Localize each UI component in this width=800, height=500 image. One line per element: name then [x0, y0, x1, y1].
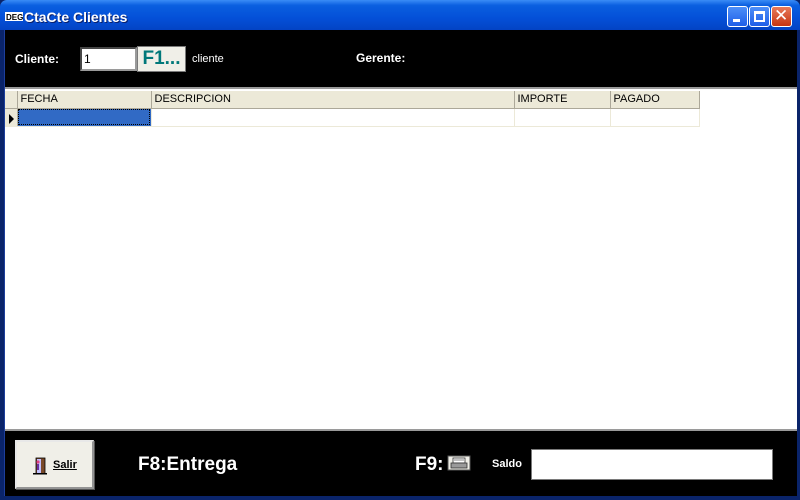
client-area: Cliente: 1 F1... cliente Gerente: FECHA …	[4, 30, 797, 496]
cliente-label: Cliente:	[15, 52, 60, 66]
window-title: CtaCte Clientes	[24, 9, 128, 25]
data-grid[interactable]: FECHA DESCRIPCION IMPORTE PAGADO	[5, 87, 797, 429]
row-indicator[interactable]	[5, 108, 18, 127]
saldo-field[interactable]	[531, 449, 773, 480]
column-header-importe[interactable]: IMPORTE	[514, 91, 611, 109]
maximize-icon	[754, 11, 765, 22]
f9-label: F9:	[415, 454, 444, 475]
grid-table[interactable]: FECHA DESCRIPCION IMPORTE PAGADO	[5, 91, 700, 127]
svg-text:DEG: DEG	[6, 13, 23, 22]
footer-panel: Salir F8:Entrega F9: Saldo	[5, 429, 797, 496]
cell-importe[interactable]	[514, 108, 611, 127]
f8-entrega-label: F8:Entrega	[138, 454, 238, 475]
current-row-arrow-icon	[9, 113, 14, 124]
exit-door-icon	[33, 457, 47, 475]
grid-header-row: FECHA DESCRIPCION IMPORTE PAGADO	[5, 91, 700, 109]
row-indicator-header	[5, 91, 18, 109]
cell-pagado[interactable]	[610, 108, 700, 127]
header-panel: Cliente: 1 F1... cliente Gerente:	[5, 30, 797, 87]
maximize-button[interactable]	[749, 6, 770, 27]
minimize-icon	[733, 19, 740, 22]
saldo-label: Saldo	[492, 458, 522, 470]
printer-icon[interactable]	[447, 455, 471, 471]
column-header-fecha[interactable]: FECHA	[17, 91, 152, 109]
close-icon: ✕	[774, 6, 789, 26]
salir-button[interactable]: Salir	[15, 440, 94, 489]
f1-lookup-button[interactable]: F1...	[137, 46, 186, 72]
cliente-name: cliente	[192, 53, 224, 65]
minimize-button[interactable]	[727, 6, 748, 27]
app-icon: DEG	[5, 12, 23, 22]
cliente-input[interactable]: 1	[80, 47, 137, 71]
salir-label: Salir	[53, 459, 77, 471]
column-header-descripcion[interactable]: DESCRIPCION	[151, 91, 515, 109]
table-row[interactable]	[5, 108, 700, 127]
cell-fecha[interactable]	[17, 108, 152, 127]
column-header-pagado[interactable]: PAGADO	[610, 91, 700, 109]
close-button[interactable]: ✕	[771, 6, 792, 27]
gerente-label: Gerente:	[356, 51, 406, 65]
cell-descripcion[interactable]	[151, 108, 515, 127]
title-bar[interactable]: DEG CtaCte Clientes ✕	[0, 0, 800, 30]
app-window: DEG CtaCte Clientes ✕ Cliente: 1 F1... c…	[0, 0, 800, 500]
